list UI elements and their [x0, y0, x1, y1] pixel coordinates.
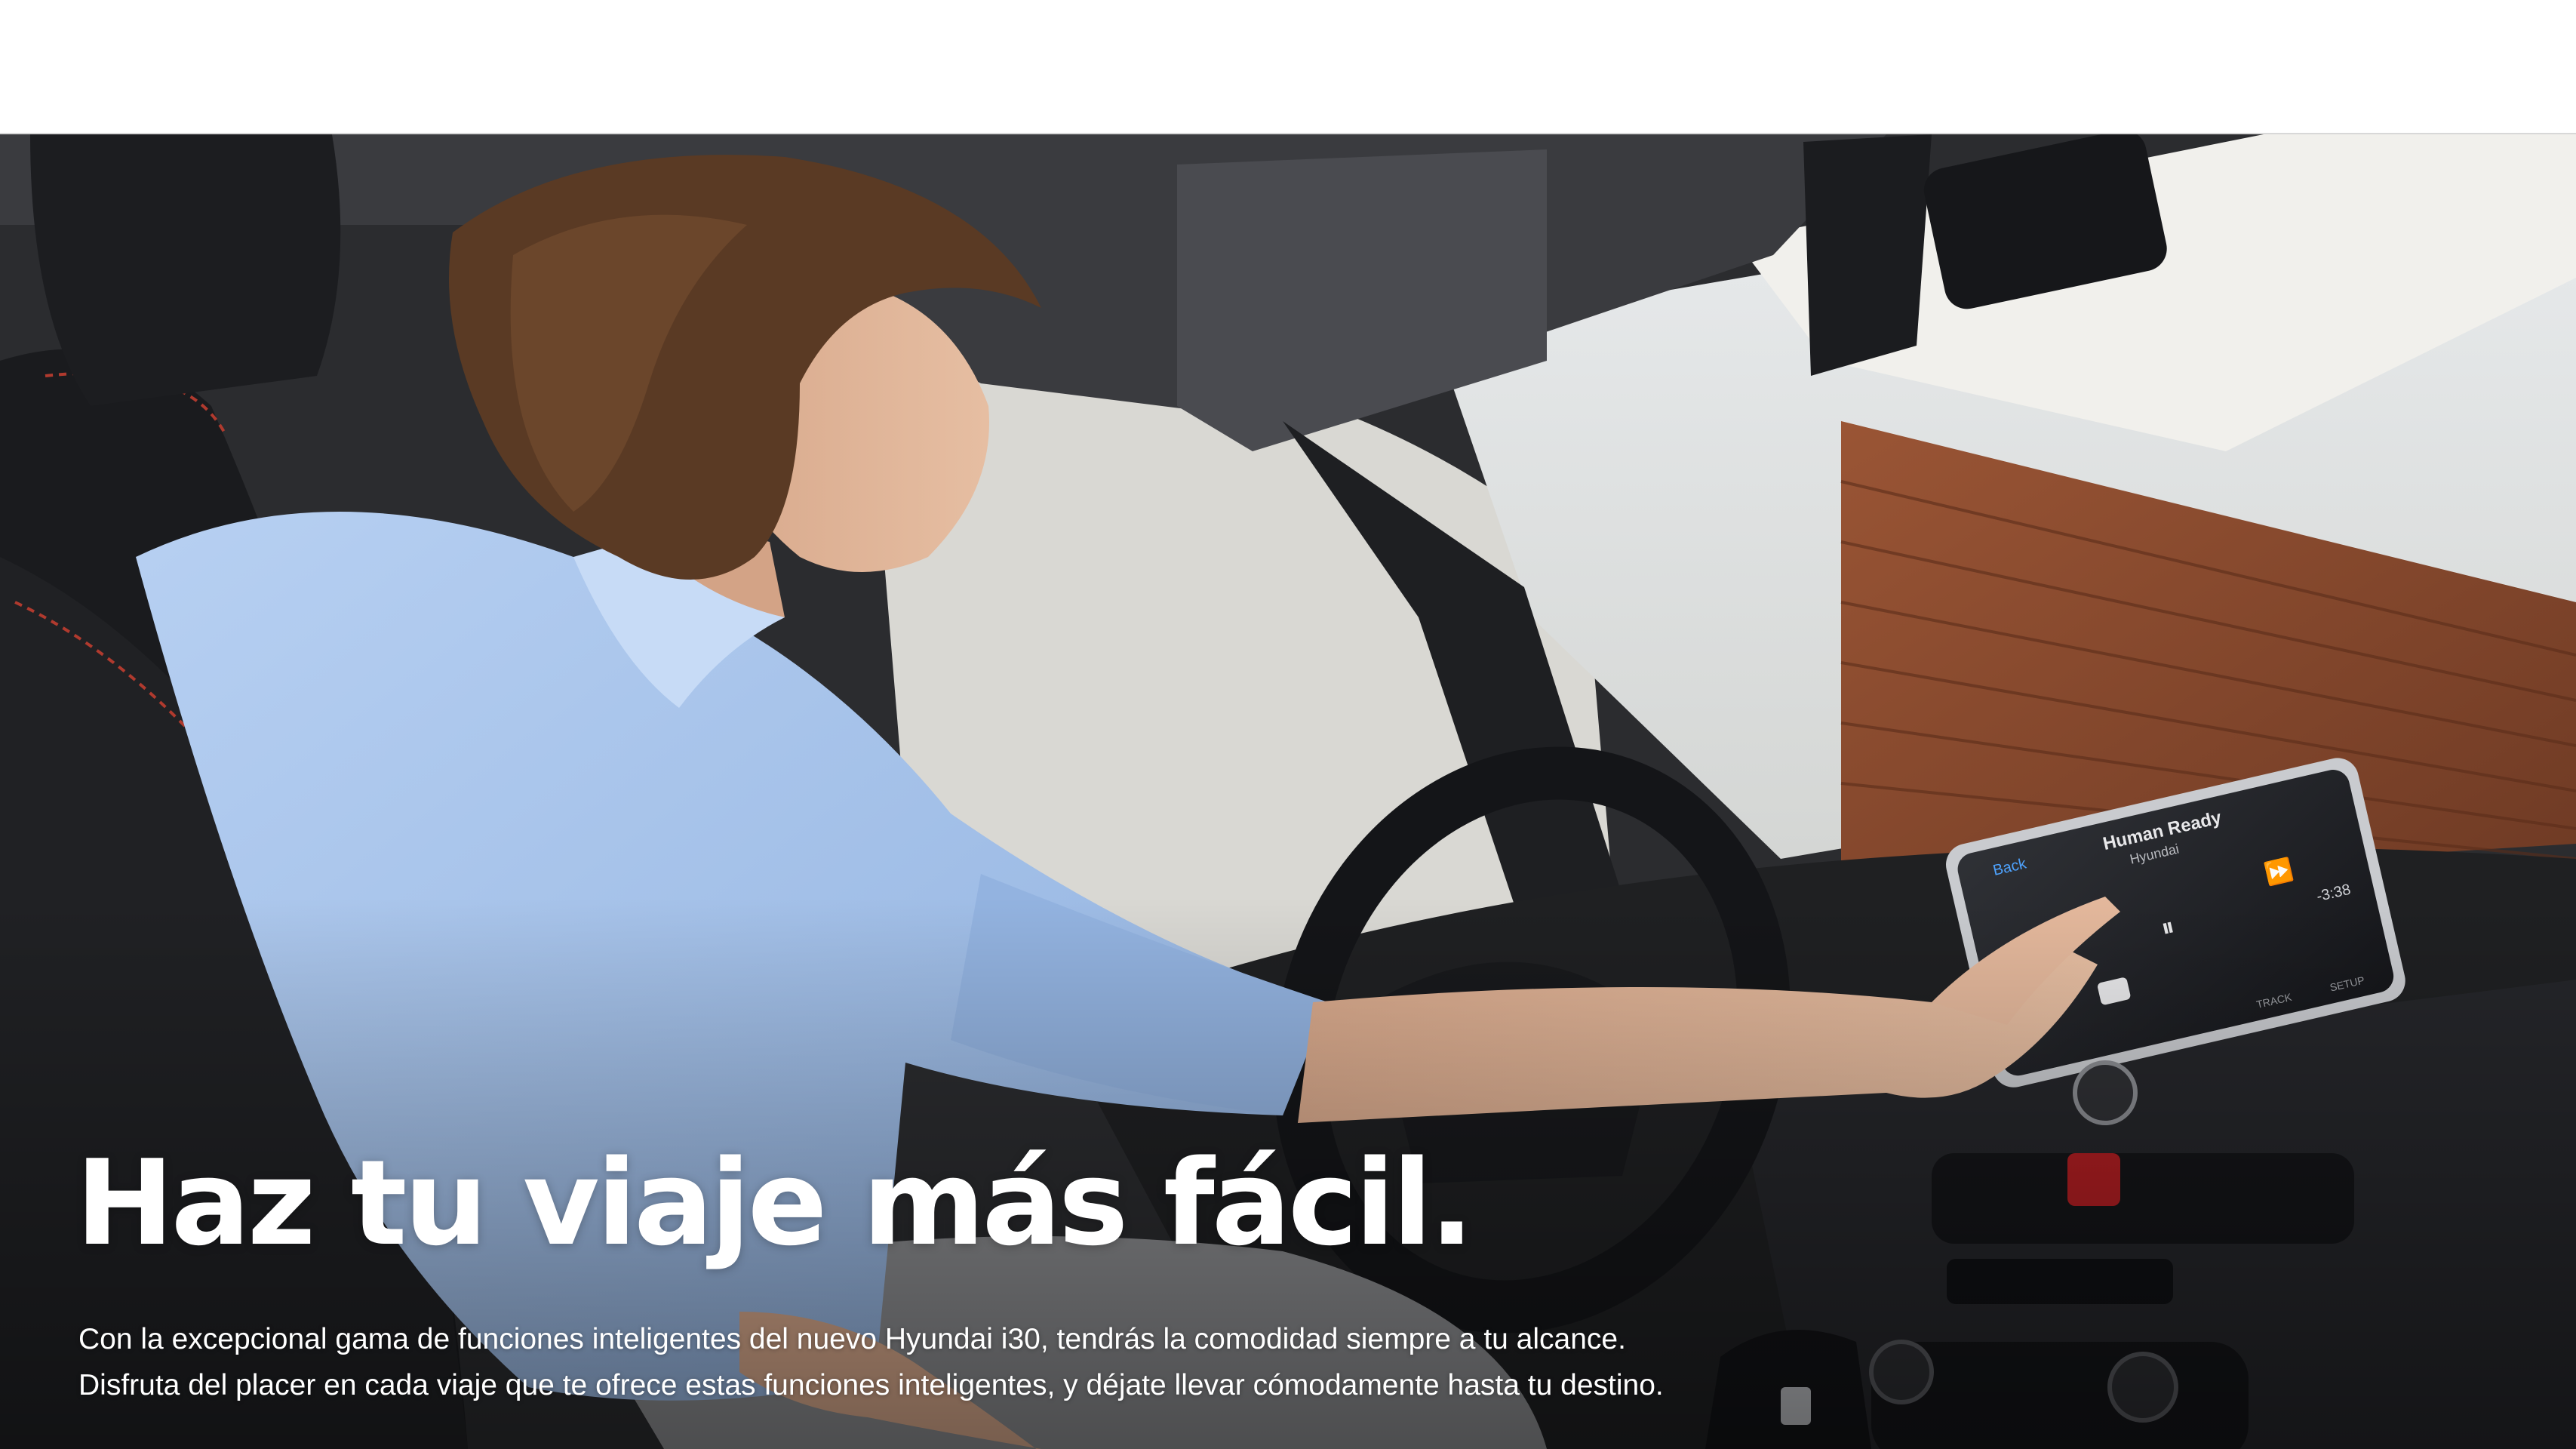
hero-description: Con la excepcional gama de funciones int… [78, 1316, 1965, 1408]
hero-banner: Back Human Ready Hyundai -3:38 ⏪ ⏸ ⏩ TRA… [0, 134, 2576, 1449]
hero-description-line-1: Con la excepcional gama de funciones int… [78, 1323, 1626, 1355]
hero-description-line-2: Disfruta del placer en cada viaje que te… [78, 1369, 1664, 1401]
hero-headline: Haz tu viaje más fácil. [75, 1134, 1474, 1272]
top-navigation-bar [0, 0, 2576, 134]
